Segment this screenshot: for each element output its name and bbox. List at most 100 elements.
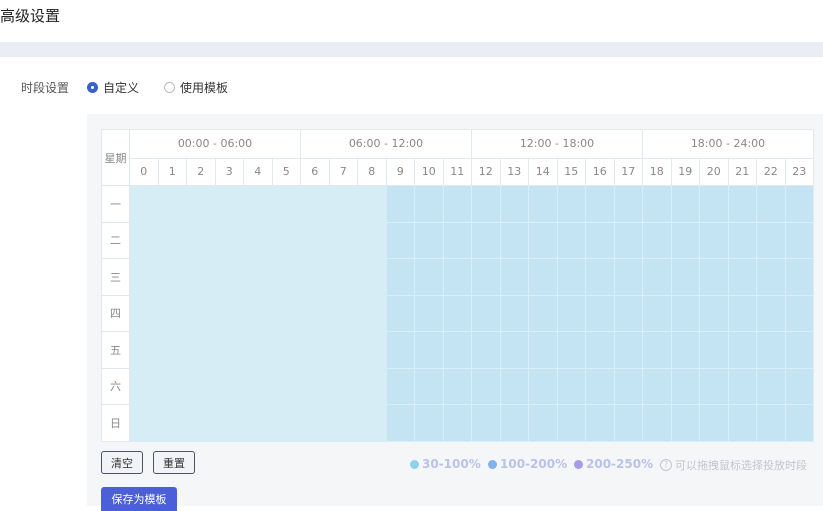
time-slot-cell[interactable] [442, 221, 472, 259]
time-slot-cell[interactable] [157, 331, 187, 369]
time-slot-cell[interactable] [243, 404, 273, 442]
time-slot-cell[interactable] [385, 404, 415, 442]
time-slot-cell[interactable] [699, 331, 729, 369]
time-slot-cell[interactable] [727, 367, 757, 405]
time-slot-cell[interactable] [499, 367, 529, 405]
time-slot-cell[interactable] [784, 258, 814, 296]
time-slot-cell[interactable] [556, 404, 586, 442]
time-slot-cell[interactable] [670, 185, 700, 223]
time-slot-cell[interactable] [328, 367, 358, 405]
time-slot-cell[interactable] [642, 185, 672, 223]
time-slot-cell[interactable] [300, 221, 330, 259]
time-slot-cell[interactable] [499, 185, 529, 223]
time-slot-cell[interactable] [699, 185, 729, 223]
time-slot-cell[interactable] [300, 331, 330, 369]
time-slot-cell[interactable] [613, 367, 643, 405]
time-slot-cell[interactable] [214, 258, 244, 296]
time-slot-cell[interactable] [670, 367, 700, 405]
time-slot-cell[interactable] [528, 258, 558, 296]
time-slot-cell[interactable] [385, 331, 415, 369]
time-slot-cell[interactable] [442, 258, 472, 296]
time-slot-cell[interactable] [243, 367, 273, 405]
time-slot-cell[interactable] [613, 185, 643, 223]
time-slot-cell[interactable] [414, 258, 444, 296]
time-slot-cell[interactable] [670, 258, 700, 296]
time-slot-cell[interactable] [271, 404, 301, 442]
time-slot-cell[interactable] [756, 331, 786, 369]
time-slot-cell[interactable] [157, 258, 187, 296]
time-slot-cell[interactable] [186, 258, 216, 296]
time-slot-cell[interactable] [585, 404, 615, 442]
time-slot-cell[interactable] [271, 185, 301, 223]
clear-button[interactable]: 清空 [101, 451, 143, 474]
time-slot-cell[interactable] [442, 404, 472, 442]
time-slot-cell[interactable] [699, 294, 729, 332]
time-slot-cell[interactable] [186, 221, 216, 259]
time-slot-cell[interactable] [442, 331, 472, 369]
time-slot-cell[interactable] [556, 294, 586, 332]
time-slot-cell[interactable] [357, 221, 387, 259]
time-slot-cell[interactable] [328, 404, 358, 442]
time-slot-cell[interactable] [129, 258, 159, 296]
time-slot-cell[interactable] [414, 367, 444, 405]
radio-use-template[interactable]: 使用模板 [164, 79, 228, 96]
time-slot-cell[interactable] [214, 185, 244, 223]
time-slot-cell[interactable] [442, 294, 472, 332]
time-slot-cell[interactable] [585, 367, 615, 405]
time-slot-cell[interactable] [357, 404, 387, 442]
time-slot-cell[interactable] [642, 331, 672, 369]
time-slot-cell[interactable] [243, 294, 273, 332]
time-slot-cell[interactable] [471, 221, 501, 259]
time-slot-cell[interactable] [243, 258, 273, 296]
time-slot-cell[interactable] [642, 258, 672, 296]
time-slot-cell[interactable] [756, 185, 786, 223]
time-slot-cell[interactable] [727, 331, 757, 369]
time-slot-cell[interactable] [727, 258, 757, 296]
time-slot-cell[interactable] [328, 185, 358, 223]
time-slot-cell[interactable] [642, 367, 672, 405]
time-slot-cell[interactable] [129, 367, 159, 405]
time-slot-cell[interactable] [585, 294, 615, 332]
time-slot-cell[interactable] [642, 294, 672, 332]
time-slot-cell[interactable] [613, 294, 643, 332]
time-slot-cell[interactable] [727, 404, 757, 442]
time-slot-cell[interactable] [300, 258, 330, 296]
time-slot-cell[interactable] [528, 331, 558, 369]
time-slot-cell[interactable] [300, 404, 330, 442]
time-slot-cell[interactable] [528, 221, 558, 259]
time-slot-cell[interactable] [357, 185, 387, 223]
time-slot-cell[interactable] [129, 221, 159, 259]
time-slot-cell[interactable] [670, 404, 700, 442]
time-slot-cell[interactable] [556, 367, 586, 405]
time-slot-cell[interactable] [414, 294, 444, 332]
time-slot-cell[interactable] [129, 294, 159, 332]
time-slot-cell[interactable] [556, 331, 586, 369]
time-slot-cell[interactable] [528, 404, 558, 442]
time-slot-cell[interactable] [414, 221, 444, 259]
radio-custom-indicator[interactable] [87, 82, 98, 93]
time-slot-cell[interactable] [699, 221, 729, 259]
save-as-template-button[interactable]: 保存为模板 [101, 487, 177, 511]
time-slot-cell[interactable] [556, 258, 586, 296]
time-slot-cell[interactable] [471, 367, 501, 405]
time-slot-cell[interactable] [727, 294, 757, 332]
time-slot-cell[interactable] [699, 367, 729, 405]
time-slot-cell[interactable] [499, 221, 529, 259]
time-slot-cell[interactable] [784, 185, 814, 223]
time-slot-cell[interactable] [157, 367, 187, 405]
time-slot-cell[interactable] [528, 294, 558, 332]
time-slot-cell[interactable] [214, 294, 244, 332]
time-slot-cell[interactable] [613, 331, 643, 369]
time-slot-cell[interactable] [613, 258, 643, 296]
time-slot-cell[interactable] [157, 294, 187, 332]
time-slot-cell[interactable] [186, 331, 216, 369]
time-slot-cell[interactable] [471, 331, 501, 369]
time-slot-cell[interactable] [585, 185, 615, 223]
time-slot-cell[interactable] [585, 258, 615, 296]
time-slot-cell[interactable] [784, 367, 814, 405]
time-slot-cell[interactable] [670, 331, 700, 369]
time-slot-cell[interactable] [385, 258, 415, 296]
time-slot-cell[interactable] [271, 331, 301, 369]
time-slot-cell[interactable] [214, 404, 244, 442]
time-slot-cell[interactable] [642, 404, 672, 442]
